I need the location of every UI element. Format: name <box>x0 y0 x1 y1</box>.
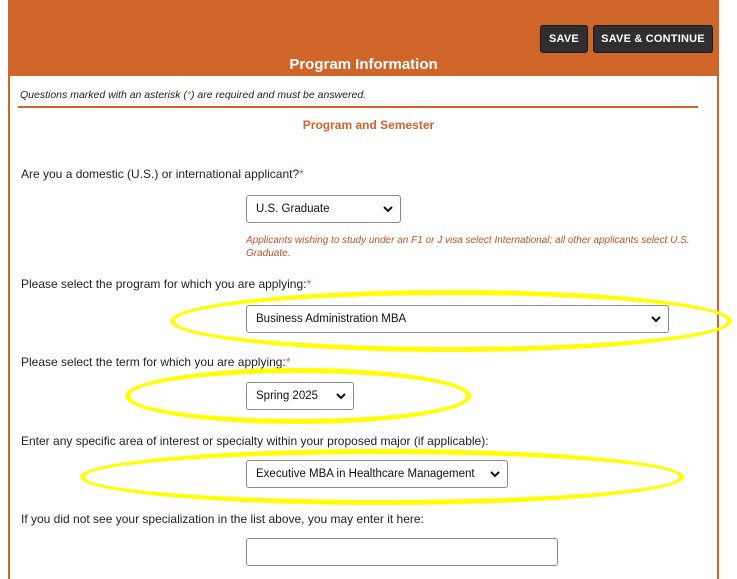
required-notice: Questions marked with an asterisk (*) ar… <box>20 89 367 101</box>
applicant-type-label: Are you a domestic (U.S.) or internation… <box>21 167 304 181</box>
specialty-select[interactable]: Executive MBA in Healthcare Management <box>246 460 508 488</box>
save-button[interactable]: SAVE <box>540 25 588 53</box>
applicant-type-value: U.S. Graduate <box>256 203 330 215</box>
program-label: Please select the program for which you … <box>21 277 312 291</box>
chevron-down-icon <box>336 393 346 400</box>
program-value: Business Administration MBA <box>256 313 407 325</box>
chevron-down-icon <box>490 471 500 478</box>
specialization-text-input[interactable] <box>246 538 558 566</box>
required-mark: * <box>299 167 304 181</box>
chevron-down-icon <box>651 316 661 323</box>
term-select[interactable]: Spring 2025 <box>246 382 354 410</box>
applicant-type-help: Applicants wishing to study under an F1 … <box>246 235 690 259</box>
required-mark: * <box>306 277 312 291</box>
specialty-label: Enter any specific area of interest or s… <box>21 434 489 448</box>
required-mark: * <box>285 355 291 369</box>
applicant-type-select[interactable]: U.S. Graduate <box>246 195 401 223</box>
section-divider <box>18 106 698 108</box>
term-value: Spring 2025 <box>256 390 319 402</box>
program-select[interactable]: Business Administration MBA <box>246 305 669 333</box>
specialization-text-label: If you did not see your specialization i… <box>21 512 424 526</box>
save-and-continue-button[interactable]: SAVE & CONTINUE <box>593 25 713 53</box>
term-label: Please select the term for which you are… <box>21 355 291 369</box>
page-title: Program Information <box>289 56 438 73</box>
specialty-value: Executive MBA in Healthcare Management <box>256 468 475 480</box>
chevron-down-icon <box>383 206 393 213</box>
section-title: Program and Semester <box>302 118 435 132</box>
